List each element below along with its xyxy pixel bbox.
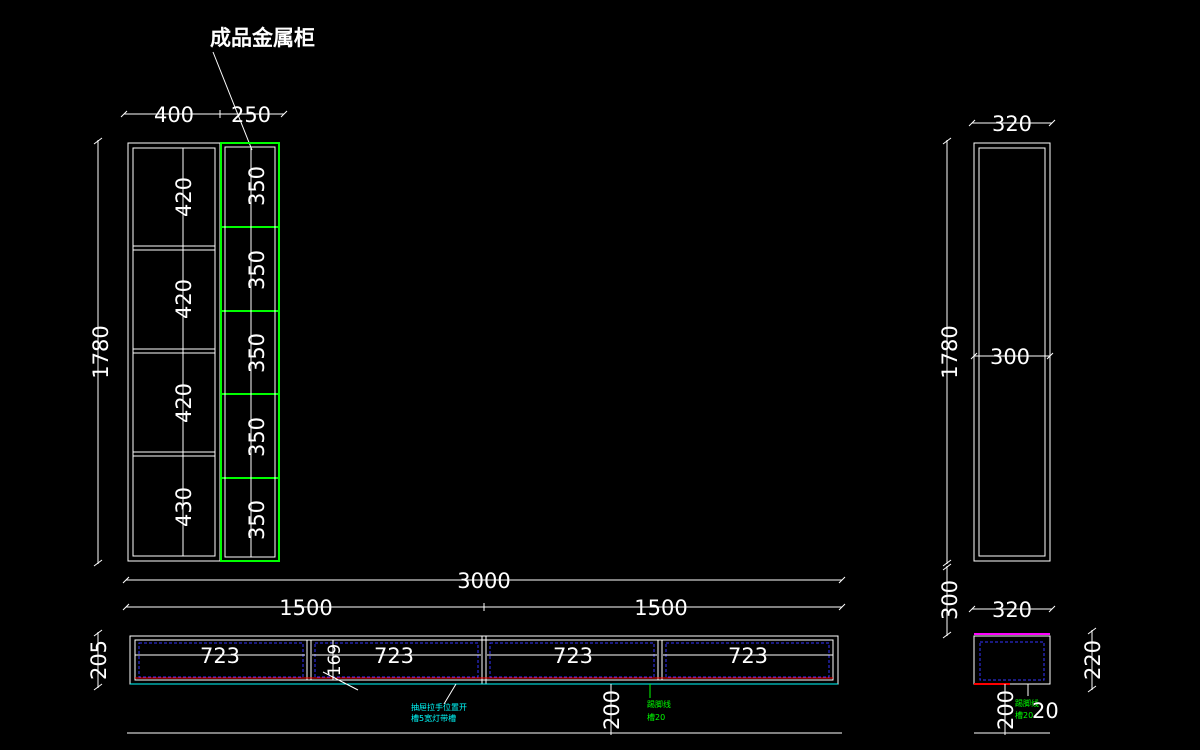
title-leader-line (212, 51, 253, 151)
note-cyan-line-1: 抽屉拉手位置开 (411, 702, 467, 712)
note-green-line-1: 踢脚线 (647, 699, 671, 709)
dim-right-bay-4: 350 (245, 417, 269, 457)
drawing-title: 成品金属柜 (210, 26, 315, 50)
dim-right-bay-1: 350 (245, 166, 269, 206)
dim-side-inner-depth: 300 (990, 345, 1030, 369)
dim-right-bay-3: 350 (245, 333, 269, 373)
dim-left-bay-1: 420 (172, 177, 196, 217)
dim-base-side-plinth: 300 (938, 580, 962, 620)
dim-left-bay-3: 420 (172, 383, 196, 423)
dim-width-left: 400 (154, 103, 194, 127)
dim-base-height: 205 (87, 640, 111, 680)
dim-base-side-small: 20 (1032, 699, 1059, 723)
dim-drawer-2: 723 (374, 644, 414, 668)
note-cyan-line-2: 槽5宽灯带槽 (411, 713, 456, 723)
dim-base-half-right: 1500 (634, 596, 687, 620)
dim-right-bay-5: 350 (245, 500, 269, 540)
dim-drawer-1: 723 (200, 644, 240, 668)
cyan-note-leader (443, 683, 457, 705)
dim-drawer-4: 723 (728, 644, 768, 668)
dim-left-bay-4: 430 (172, 487, 196, 527)
dim-floor-gap: 200 (600, 690, 624, 730)
dim-rail-height: 169 (325, 644, 345, 676)
cad-drawing: 成品金属柜 400 250 1780 420 420 420 430 350 3… (87, 26, 1105, 735)
dim-drawer-3: 723 (553, 644, 593, 668)
dim-side-depth: 320 (992, 112, 1032, 136)
note-green-line-2: 槽20 (647, 712, 665, 722)
dim-front-height: 1780 (89, 325, 113, 378)
dim-left-bay-2: 420 (172, 279, 196, 319)
base-hidden-lines (138, 642, 830, 678)
base-side-note-line-2: 槽20 (1015, 710, 1033, 720)
dim-base-side-depth: 320 (992, 598, 1032, 622)
dim-right-bay-2: 350 (245, 250, 269, 290)
dim-base-side-floor-gap: 200 (994, 690, 1018, 730)
dim-base-half-left: 1500 (279, 596, 332, 620)
dim-side-height: 1780 (938, 325, 962, 378)
dim-base-total: 3000 (457, 569, 510, 593)
dim-base-side-height: 220 (1081, 640, 1105, 680)
base-side-cabinet (973, 633, 1051, 685)
dim-width-right: 250 (231, 103, 271, 127)
